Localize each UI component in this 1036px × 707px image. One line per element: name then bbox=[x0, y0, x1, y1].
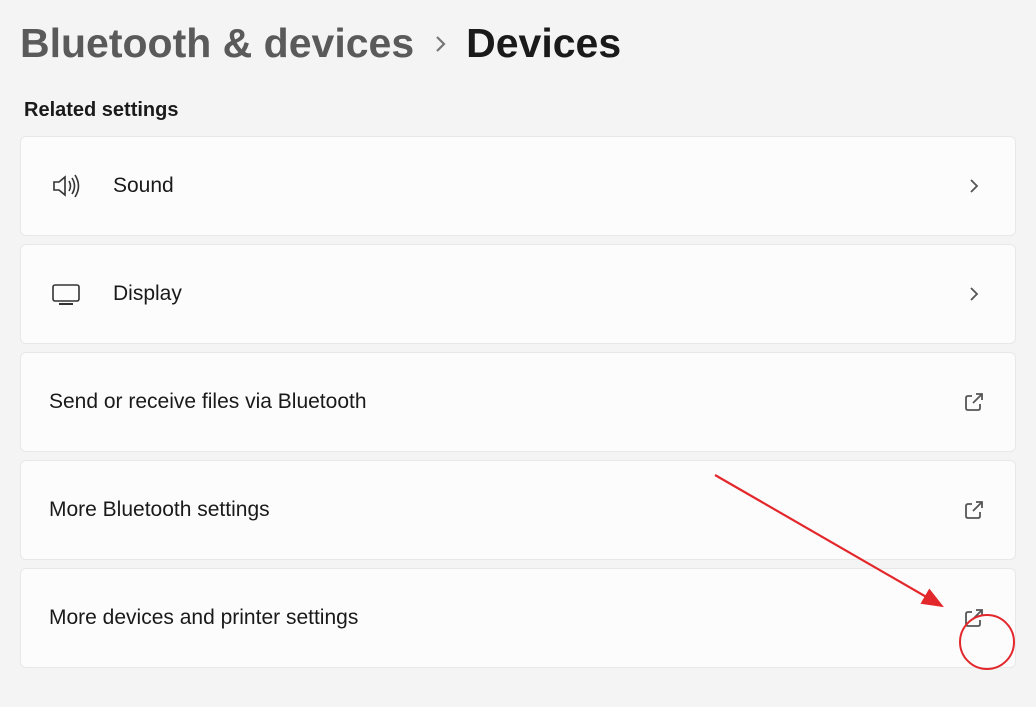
external-link-icon bbox=[961, 605, 987, 631]
setting-label: More devices and printer settings bbox=[49, 606, 961, 630]
display-icon bbox=[49, 282, 83, 306]
setting-item-more-devices-printers[interactable]: More devices and printer settings bbox=[20, 568, 1016, 668]
page-title: Devices bbox=[466, 20, 621, 67]
setting-label: Send or receive files via Bluetooth bbox=[49, 390, 961, 414]
setting-item-more-bluetooth[interactable]: More Bluetooth settings bbox=[20, 460, 1016, 560]
chevron-right-icon bbox=[961, 281, 987, 307]
breadcrumb-parent-link[interactable]: Bluetooth & devices bbox=[20, 20, 414, 67]
setting-item-bluetooth-files[interactable]: Send or receive files via Bluetooth bbox=[20, 352, 1016, 452]
section-title-related-settings: Related settings bbox=[24, 99, 1016, 122]
external-link-icon bbox=[961, 389, 987, 415]
setting-label: Sound bbox=[113, 174, 961, 198]
chevron-right-icon bbox=[961, 173, 987, 199]
sound-icon bbox=[49, 173, 83, 199]
chevron-right-icon bbox=[432, 34, 448, 54]
setting-item-display[interactable]: Display bbox=[20, 244, 1016, 344]
related-settings-list: Sound Display Send or receive files via … bbox=[20, 136, 1016, 668]
breadcrumb: Bluetooth & devices Devices bbox=[20, 20, 1016, 67]
setting-item-sound[interactable]: Sound bbox=[20, 136, 1016, 236]
external-link-icon bbox=[961, 497, 987, 523]
setting-label: More Bluetooth settings bbox=[49, 498, 961, 522]
setting-label: Display bbox=[113, 282, 961, 306]
